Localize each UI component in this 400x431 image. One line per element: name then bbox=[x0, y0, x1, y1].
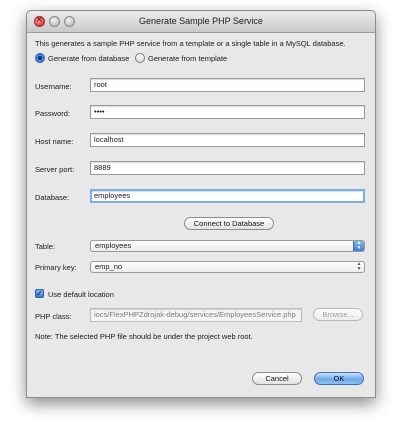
primary-key-label: Primary key: bbox=[35, 263, 77, 272]
dialog-window: Generate Sample PHP Service This generat… bbox=[26, 10, 376, 398]
table-select-value: employees bbox=[95, 241, 132, 250]
note-text: Note: The selected PHP file should be un… bbox=[35, 332, 253, 341]
connect-to-database-button[interactable]: Connect to Database bbox=[184, 217, 274, 230]
generate-from-template-radio[interactable] bbox=[135, 53, 145, 63]
server-port-field[interactable]: 8889 bbox=[90, 161, 365, 175]
host-name-label: Host name: bbox=[35, 137, 74, 146]
select-arrows-icon: ▲ ▼ bbox=[356, 261, 362, 272]
generate-from-database-label[interactable]: Generate from database bbox=[48, 54, 129, 63]
use-default-location-label[interactable]: Use default location bbox=[48, 290, 114, 299]
select-arrows-icon: ▲ ▼ bbox=[353, 241, 364, 251]
username-label: Username: bbox=[35, 82, 72, 91]
database-label: Database: bbox=[35, 193, 70, 202]
table-label: Table: bbox=[35, 242, 56, 251]
description-text: This generates a sample PHP service from… bbox=[35, 39, 346, 48]
generate-from-database-radio[interactable] bbox=[35, 53, 45, 63]
generate-from-template-label[interactable]: Generate from template bbox=[148, 54, 227, 63]
cancel-button[interactable]: Cancel bbox=[252, 372, 302, 385]
use-default-location-checkbox[interactable]: ✓ bbox=[35, 289, 44, 298]
title-bar: Generate Sample PHP Service bbox=[27, 11, 375, 33]
primary-key-select[interactable]: emp_no ▲ ▼ bbox=[90, 261, 365, 273]
primary-key-select-value: emp_no bbox=[95, 262, 123, 271]
database-field[interactable]: employees bbox=[90, 189, 365, 203]
host-name-field[interactable]: localhost bbox=[90, 133, 365, 147]
password-label: Password: bbox=[35, 109, 71, 118]
username-field[interactable]: root bbox=[90, 78, 365, 92]
php-class-field: iocs/FlexPHPZdrojak-debug/services/Emplo… bbox=[90, 308, 302, 322]
ok-button[interactable]: OK bbox=[314, 372, 364, 385]
password-field[interactable]: •••• bbox=[90, 105, 365, 119]
browse-button: Browse... bbox=[313, 308, 363, 321]
table-select[interactable]: employees ▲ ▼ bbox=[90, 240, 365, 252]
window-title: Generate Sample PHP Service bbox=[139, 16, 263, 26]
php-class-label: PHP class: bbox=[35, 312, 72, 321]
server-port-label: Server port: bbox=[35, 165, 75, 174]
